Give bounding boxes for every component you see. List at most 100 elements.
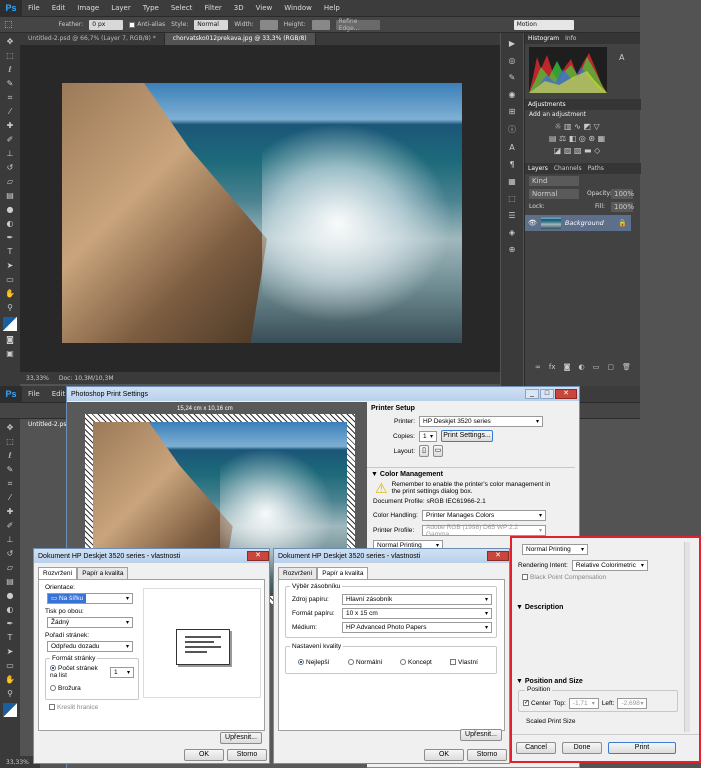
booklet-radio[interactable]: Brožura — [50, 685, 81, 692]
paper-size-select[interactable]: 10 x 15 cm — [342, 608, 492, 619]
paper-source-select[interactable]: Hlavní zásobník — [342, 594, 492, 605]
styles-icon[interactable]: ⬚ — [508, 194, 516, 203]
tab-paper-quality[interactable]: Papír a kvalita — [77, 567, 129, 579]
menu-type[interactable]: Type — [137, 4, 165, 12]
quick-mask-icon[interactable]: ◙ — [4, 335, 16, 345]
quick-select-icon[interactable]: ✎ — [4, 465, 16, 475]
folder-icon[interactable]: ▭ — [593, 363, 600, 371]
print-settings-button[interactable]: Print Settings... — [441, 430, 493, 442]
eyedropper-icon[interactable]: ⁄ — [4, 107, 16, 117]
cancel-button[interactable]: Cancel — [516, 742, 556, 754]
copies-input[interactable]: 1 — [419, 430, 437, 442]
properties-icon[interactable]: ☰ — [508, 211, 515, 220]
lookup-icon[interactable]: ▦ — [598, 134, 606, 143]
done-button[interactable]: Done — [562, 742, 602, 754]
media-select[interactable]: HP Advanced Photo Papers — [342, 622, 492, 633]
clone-source-icon[interactable]: ⊕ — [509, 245, 516, 254]
marquee-tool-icon[interactable]: ⬚ — [4, 20, 13, 30]
tab-info[interactable]: Info — [565, 35, 576, 42]
healing-brush-icon[interactable]: ✚ — [4, 507, 16, 517]
curves-icon[interactable]: ∿ — [574, 122, 581, 131]
zoom-tool-icon[interactable]: ⚲ — [4, 689, 16, 699]
tab-untitled-2[interactable]: Untitled-2.psd @ 66,7% (Layer 7, RGB/8) … — [20, 33, 165, 45]
quality-draft-radio[interactable]: Koncept — [400, 659, 432, 666]
feather-input[interactable]: 0 px — [89, 19, 124, 30]
swatches-icon[interactable]: ▦ — [508, 177, 516, 186]
fx-icon[interactable]: fx — [549, 363, 556, 371]
posterize-icon[interactable]: ▨ — [564, 146, 572, 155]
hue-icon[interactable]: ▤ — [549, 134, 557, 143]
minimize-button[interactable]: _ — [525, 389, 539, 399]
layer-row-background[interactable]: 👁 Background 🔒 — [525, 215, 631, 231]
quick-select-icon[interactable]: ✎ — [4, 79, 16, 89]
history-brush-icon[interactable]: ↺ — [4, 549, 16, 559]
blur-tool-icon[interactable]: ● — [4, 591, 16, 601]
zoom-level-lower[interactable]: 33,33% — [6, 759, 29, 766]
crop-tool-icon[interactable]: ⌗ — [4, 479, 16, 489]
menu-image[interactable]: Image — [71, 4, 105, 12]
blur-tool-icon[interactable]: ● — [4, 205, 16, 215]
cancel-button[interactable]: Storno — [467, 749, 507, 761]
layer-kind-filter[interactable]: Kind — [529, 176, 579, 186]
shape-tool-icon[interactable]: ▭ — [4, 661, 16, 671]
clone-stamp-icon[interactable]: ⊥ — [4, 535, 16, 545]
menu-window[interactable]: Window — [278, 4, 318, 12]
lasso-tool-icon[interactable]: ℓ — [4, 451, 16, 461]
pages-per-sheet-radio[interactable]: Počet stránek na list — [50, 665, 106, 679]
position-size-heading[interactable]: ▼ Position and Size — [516, 678, 583, 685]
history-brush-icon[interactable]: ↺ — [4, 163, 16, 173]
close-button[interactable]: ✕ — [555, 389, 577, 399]
character-icon[interactable]: A — [509, 143, 514, 152]
pages-per-sheet-select[interactable]: 1 — [110, 667, 134, 678]
eraser-icon[interactable]: ▱ — [4, 177, 16, 187]
selective-color-icon[interactable]: ◇ — [594, 146, 600, 155]
play-icon[interactable]: ▶ — [509, 39, 515, 48]
zoom-tool-icon[interactable]: ⚲ — [4, 303, 16, 313]
tab-paths[interactable]: Paths — [588, 165, 604, 172]
3d-icon[interactable]: ◈ — [509, 228, 515, 237]
page-order-select[interactable]: Odpředu dozadu — [47, 641, 133, 652]
ok-button[interactable]: OK — [184, 749, 224, 761]
mask-icon[interactable]: ◙ — [564, 363, 571, 371]
anti-alias-checkbox[interactable]: Anti-alias — [129, 21, 165, 28]
clone-stamp-icon[interactable]: ⊥ — [4, 149, 16, 159]
path-select-icon[interactable]: ➤ — [4, 647, 16, 657]
timeline-icon[interactable]: ⊞ — [509, 107, 516, 116]
close-button[interactable]: ✕ — [247, 551, 269, 561]
dodge-tool-icon[interactable]: ◐ — [4, 605, 16, 615]
marquee-tool-icon[interactable]: ⬚ — [4, 51, 16, 61]
move-tool-icon[interactable]: ✥ — [4, 37, 16, 47]
callout-scrollbar[interactable] — [684, 542, 690, 732]
trash-icon[interactable]: 🗑 — [622, 363, 631, 371]
invert-icon[interactable]: ◪ — [554, 146, 562, 155]
menu-filter[interactable]: Filter — [198, 4, 227, 12]
collapse-arrow-icon[interactable]: ▼ — [371, 471, 378, 478]
link-icon[interactable]: ∞ — [535, 363, 541, 371]
vibrance-icon[interactable]: ▽ — [594, 122, 600, 131]
close-button[interactable]: ✕ — [487, 551, 509, 561]
style-select[interactable]: Normal — [194, 19, 229, 30]
duplex-select[interactable]: Žádný — [47, 617, 133, 628]
dodge-tool-icon[interactable]: ◐ — [4, 219, 16, 229]
tab-layers[interactable]: Layers — [528, 165, 548, 172]
menu-file[interactable]: File — [22, 4, 46, 12]
fill-input[interactable]: 100% — [611, 202, 634, 212]
zoom-level[interactable]: 33,33% — [26, 375, 49, 382]
hand-tool-icon[interactable]: ✋ — [4, 675, 16, 685]
paragraph-icon[interactable]: ¶ — [509, 160, 514, 169]
menu-3d[interactable]: 3D — [228, 4, 250, 12]
menu-file-lower[interactable]: File — [22, 390, 46, 398]
mixer-icon[interactable]: ⊛ — [588, 134, 595, 143]
menu-select[interactable]: Select — [165, 4, 199, 12]
photo-filter-icon[interactable]: ◎ — [579, 134, 586, 143]
refine-edge-button[interactable]: Refine Edge... — [335, 18, 380, 32]
tab-histogram[interactable]: Histogram — [528, 35, 559, 42]
color-swatches-icon[interactable] — [3, 703, 17, 717]
path-select-icon[interactable]: ➤ — [4, 261, 16, 271]
eyedropper-icon[interactable]: ⁄ — [4, 493, 16, 503]
height-input[interactable] — [311, 19, 330, 30]
orientation-select[interactable]: ▭ Na šířku — [47, 593, 133, 604]
color-handling-select[interactable]: Printer Manages Colors — [422, 510, 546, 521]
lasso-tool-icon[interactable]: ℓ — [4, 65, 16, 75]
info-icon[interactable]: ⓘ — [508, 124, 516, 135]
